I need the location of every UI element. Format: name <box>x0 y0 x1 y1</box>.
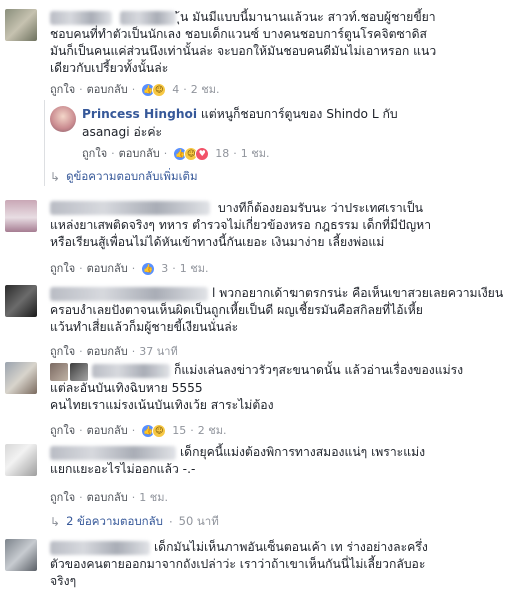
comment-text: ครอบงำเลยปังตาจนเห็นผิดเป็นถูกเหี้ยเป็นด… <box>50 303 423 317</box>
comment-text: เด็กมันไม่เห็นภาพอันเซ็นตอนเค้า เท ร่างอ… <box>154 540 428 554</box>
reaction-summary[interactable]: 👍 <box>141 262 156 276</box>
reply-arrow-icon: ↳ <box>50 515 61 529</box>
reply-author-name[interactable]: Princess Hinghoi <box>82 107 197 121</box>
reply-arrow-icon: ↳ <box>50 170 61 184</box>
comment-actions: ถูกใจ · ตอบกลับ · 37 นาที <box>50 345 178 359</box>
comment-actions: ถูกใจ · ตอบกลับ · 1 ชม. <box>50 491 168 505</box>
like-link[interactable]: ถูกใจ <box>50 262 75 276</box>
comment-text: แว้นทำเสี่ยแล้วก็มผู้ชายขี้เงียนนั่นล่ะ <box>50 320 239 334</box>
reply-text: แต่หนูก็ชอบการ์ตูนของ Shindo L กับ <box>200 107 398 121</box>
avatar[interactable] <box>5 9 37 41</box>
comment-text: ก็แม่งเล่นลงข่าวรัวๆสะขนาดนั้น แล้วอ่านเ… <box>174 363 464 377</box>
reply-author-line: Princess Hinghoi แต่หนูก็ชอบการ์ตูนของ S… <box>82 106 398 122</box>
comment-text: แต่ละอันบันเทิงฉิบหาย 5555 <box>50 381 203 395</box>
reply-link[interactable]: ตอบกลับ <box>87 491 128 505</box>
reply-thread-line <box>44 100 45 186</box>
separator: · <box>233 147 237 160</box>
separator: · <box>163 147 168 160</box>
like-link[interactable]: ถูกใจ <box>50 491 75 505</box>
comment-text: หรือเรียนสู้เพื่อนไม่ได้หันเข้าทางนี้กัน… <box>50 235 385 249</box>
reaction-summary[interactable]: 👍 ☺ <box>141 83 167 97</box>
like-icon: 👍 <box>141 262 156 276</box>
separator: · <box>131 345 136 358</box>
reaction-count: 18 <box>215 147 230 160</box>
view-more-replies-link[interactable]: ↳ ดูข้อความตอบกลับเพิ่มเติม <box>50 168 198 186</box>
separator: · <box>168 515 173 529</box>
like-link[interactable]: ถูกใจ <box>50 345 75 359</box>
timestamp[interactable]: 2 ชม. <box>191 83 220 97</box>
timestamp[interactable]: 37 นาที <box>139 345 177 359</box>
comment-text: ชอบคนที่ทำตัวเป็นนักเลง ชอบเด็กแวนซ์ บาง… <box>50 27 427 41</box>
comment-text: เด็กยุคนี้แม่งต้องพิการทางสมองแน่ๆ เพราะ… <box>180 445 426 459</box>
comment-actions: ถูกใจ · ตอบกลับ · 👍 ☺ 15 · 2 ชม. <box>50 424 226 438</box>
commenter-name[interactable] <box>50 446 176 460</box>
separator: · <box>190 424 194 437</box>
separator: · <box>183 83 187 96</box>
haha-icon: ☺ <box>152 424 167 438</box>
haha-icon: ☺ <box>152 83 167 97</box>
separator: · <box>131 262 136 275</box>
separator: · <box>79 491 83 504</box>
comment-text: ุ้น มันมีแบบนี้มานานแล้วนะ สาวท์.ชอบผู้ช… <box>180 10 436 24</box>
comment-text: จริงๆ <box>50 574 77 588</box>
comment-text: l พวกอยากเด้าฆาตรกรน่ะ คือเห็นเขาสวยเลยค… <box>212 286 504 300</box>
comment-text: แยกแยะอะไรไม่ออกแล้ว -.- <box>50 462 196 476</box>
comment-text: เดียวกับเปรี้ยวทั้งนั้นล่ะ <box>50 61 169 75</box>
separator: · <box>79 424 83 437</box>
timestamp[interactable]: 50 นาที <box>179 513 219 531</box>
separator: · <box>79 83 83 96</box>
separator: · <box>131 83 136 96</box>
separator: · <box>79 262 83 275</box>
view-replies-link[interactable]: ↳ 2 ข้อความตอบกลับ · 50 นาที <box>50 513 219 531</box>
reaction-summary[interactable]: 👍 ☺ <box>141 424 167 438</box>
like-link[interactable]: ถูกใจ <box>82 147 107 161</box>
commenter-name[interactable] <box>120 11 176 25</box>
reply-link[interactable]: ตอบกลับ <box>87 83 128 97</box>
commenter-name[interactable] <box>50 541 150 555</box>
reply-link[interactable]: ตอบกลับ <box>87 262 128 276</box>
commenter-name[interactable] <box>92 364 170 378</box>
reply-text: asanagi อ่ะค่ะ <box>82 125 163 139</box>
separator: · <box>111 147 115 160</box>
separator: · <box>131 424 136 437</box>
reaction-count: 3 <box>161 262 169 275</box>
avatar[interactable] <box>50 106 76 132</box>
reply-link[interactable]: ตอบกลับ <box>87 424 128 438</box>
love-icon: ♥ <box>195 147 210 161</box>
avatar[interactable] <box>70 363 88 381</box>
separator: · <box>79 345 83 358</box>
comment-text: คนไทยเราแม่รงเน้นบันเทิงเว้ย สาระไม่ต้อง <box>50 398 274 412</box>
timestamp[interactable]: 1 ชม. <box>241 147 270 161</box>
reaction-summary[interactable]: 👍 ☺ ♥ <box>173 147 210 161</box>
reply-link[interactable]: ตอบกลับ <box>119 147 160 161</box>
timestamp[interactable]: 1 ชม. <box>180 262 209 276</box>
like-link[interactable]: ถูกใจ <box>50 424 75 438</box>
avatar[interactable] <box>5 200 37 232</box>
avatar[interactable] <box>50 363 68 381</box>
separator: · <box>172 262 176 275</box>
avatar[interactable] <box>5 539 37 571</box>
commenter-name[interactable] <box>50 11 112 25</box>
like-link[interactable]: ถูกใจ <box>50 83 75 97</box>
comment-text: แหล่งยาเสพติดจริงๆ ทหาร ตำรวจไม่เกี่ยวข้… <box>50 218 432 232</box>
comment-actions: ถูกใจ · ตอบกลับ · 👍 3 · 1 ชม. <box>50 262 208 276</box>
view-more-replies-label: ดูข้อความตอบกลับเพิ่มเติม <box>66 169 198 183</box>
commenter-name[interactable] <box>50 201 210 215</box>
avatar[interactable] <box>5 285 37 317</box>
comment-text: มันก็เป็นคนแค่ส่วนนึงเท่านั้นล่ะ จะบอกให… <box>50 44 437 58</box>
timestamp[interactable]: 2 ชม. <box>198 424 227 438</box>
reply-link[interactable]: ตอบกลับ <box>87 345 128 359</box>
separator: · <box>131 491 136 504</box>
timestamp[interactable]: 1 ชม. <box>139 491 168 505</box>
comment-text: บางทีก็ต้องยอมรับนะ ว่าประเทศเราเป็น <box>218 201 423 215</box>
view-replies-label: 2 ข้อความตอบกลับ <box>66 514 163 528</box>
reply-actions: ถูกใจ · ตอบกลับ · 👍 ☺ ♥ 18 · 1 ชม. <box>82 147 269 161</box>
comment-actions: ถูกใจ · ตอบกลับ · 👍 ☺ 4 · 2 ชม. <box>50 83 219 97</box>
reaction-count: 4 <box>172 83 180 96</box>
commenter-name[interactable] <box>50 287 208 301</box>
comment-text: ตัวของคนตายออกมาจากถังเปล่าว่ะ เราว่าถ้า… <box>50 557 426 571</box>
avatar[interactable] <box>5 444 37 476</box>
reaction-count: 15 <box>172 424 187 437</box>
avatar[interactable] <box>5 362 37 394</box>
